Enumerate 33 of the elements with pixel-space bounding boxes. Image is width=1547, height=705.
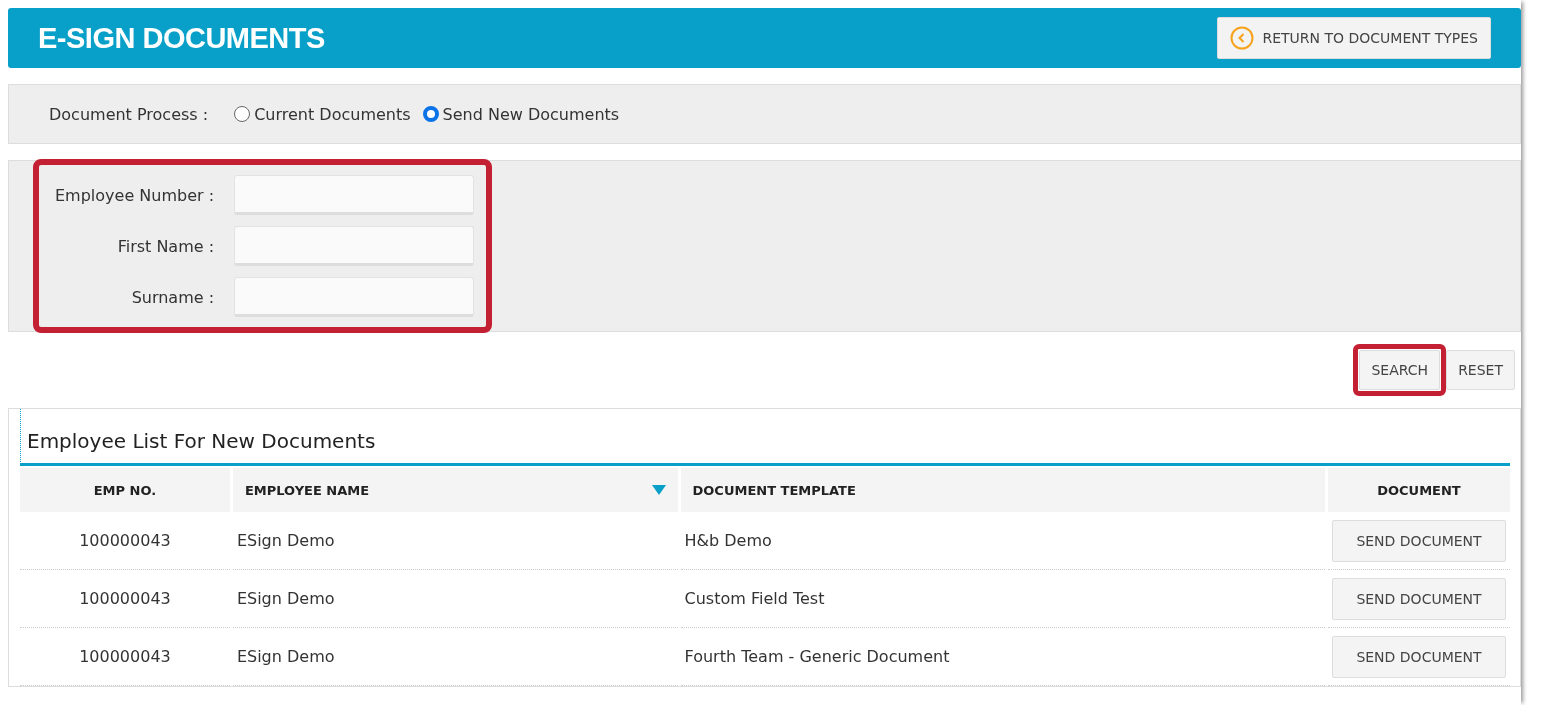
send-document-button[interactable]: SEND DOCUMENT — [1332, 577, 1506, 620]
table-cell: 100000043 — [20, 512, 230, 570]
page-title: E-SIGN DOCUMENTS — [38, 21, 325, 55]
input-field[interactable] — [234, 277, 475, 317]
input-field[interactable] — [234, 226, 475, 266]
table-cell: Fourth Team - Generic Document — [680, 628, 1325, 686]
field-label: Surname : — [130, 287, 215, 307]
table-cell: Custom Field Test — [680, 570, 1325, 628]
action-button[interactable]: SEARCH — [1359, 350, 1441, 390]
table-cell: 100000043 — [20, 570, 230, 628]
radio-option[interactable]: Current Documents — [234, 104, 411, 124]
table-cell: H&b Demo — [680, 512, 1325, 570]
column-header: DOCUMENT TEMPLATE — [680, 468, 1325, 512]
table-cell: ESign Demo — [232, 628, 678, 686]
radio-option[interactable]: Send New Documents — [422, 104, 620, 124]
column-header: EMP NO. — [20, 468, 230, 512]
return-button[interactable]: RETURN TO DOCUMENT TYPES — [1217, 17, 1491, 59]
field-label: First Name : — [116, 236, 215, 256]
action-button[interactable]: RESET — [1446, 350, 1515, 390]
sort-descending-icon[interactable] — [651, 485, 666, 495]
send-document-button[interactable]: SEND DOCUMENT — [1332, 635, 1506, 678]
radio-icon[interactable] — [234, 106, 251, 122]
column-header: DOCUMENT — [1328, 468, 1510, 512]
column-header[interactable]: EMPLOYEE NAME — [232, 468, 678, 512]
radio-icon[interactable] — [422, 106, 439, 122]
process-label: Document Process : — [49, 104, 209, 124]
send-document-button[interactable]: SEND DOCUMENT — [1332, 519, 1506, 562]
input-field[interactable] — [234, 175, 475, 215]
table-cell: ESign Demo — [232, 512, 678, 570]
field-label: Employee Number : — [55, 185, 215, 205]
table-cell: 100000043 — [20, 628, 230, 686]
table-cell: ESign Demo — [232, 570, 678, 628]
back-chevron-icon — [1230, 26, 1255, 50]
